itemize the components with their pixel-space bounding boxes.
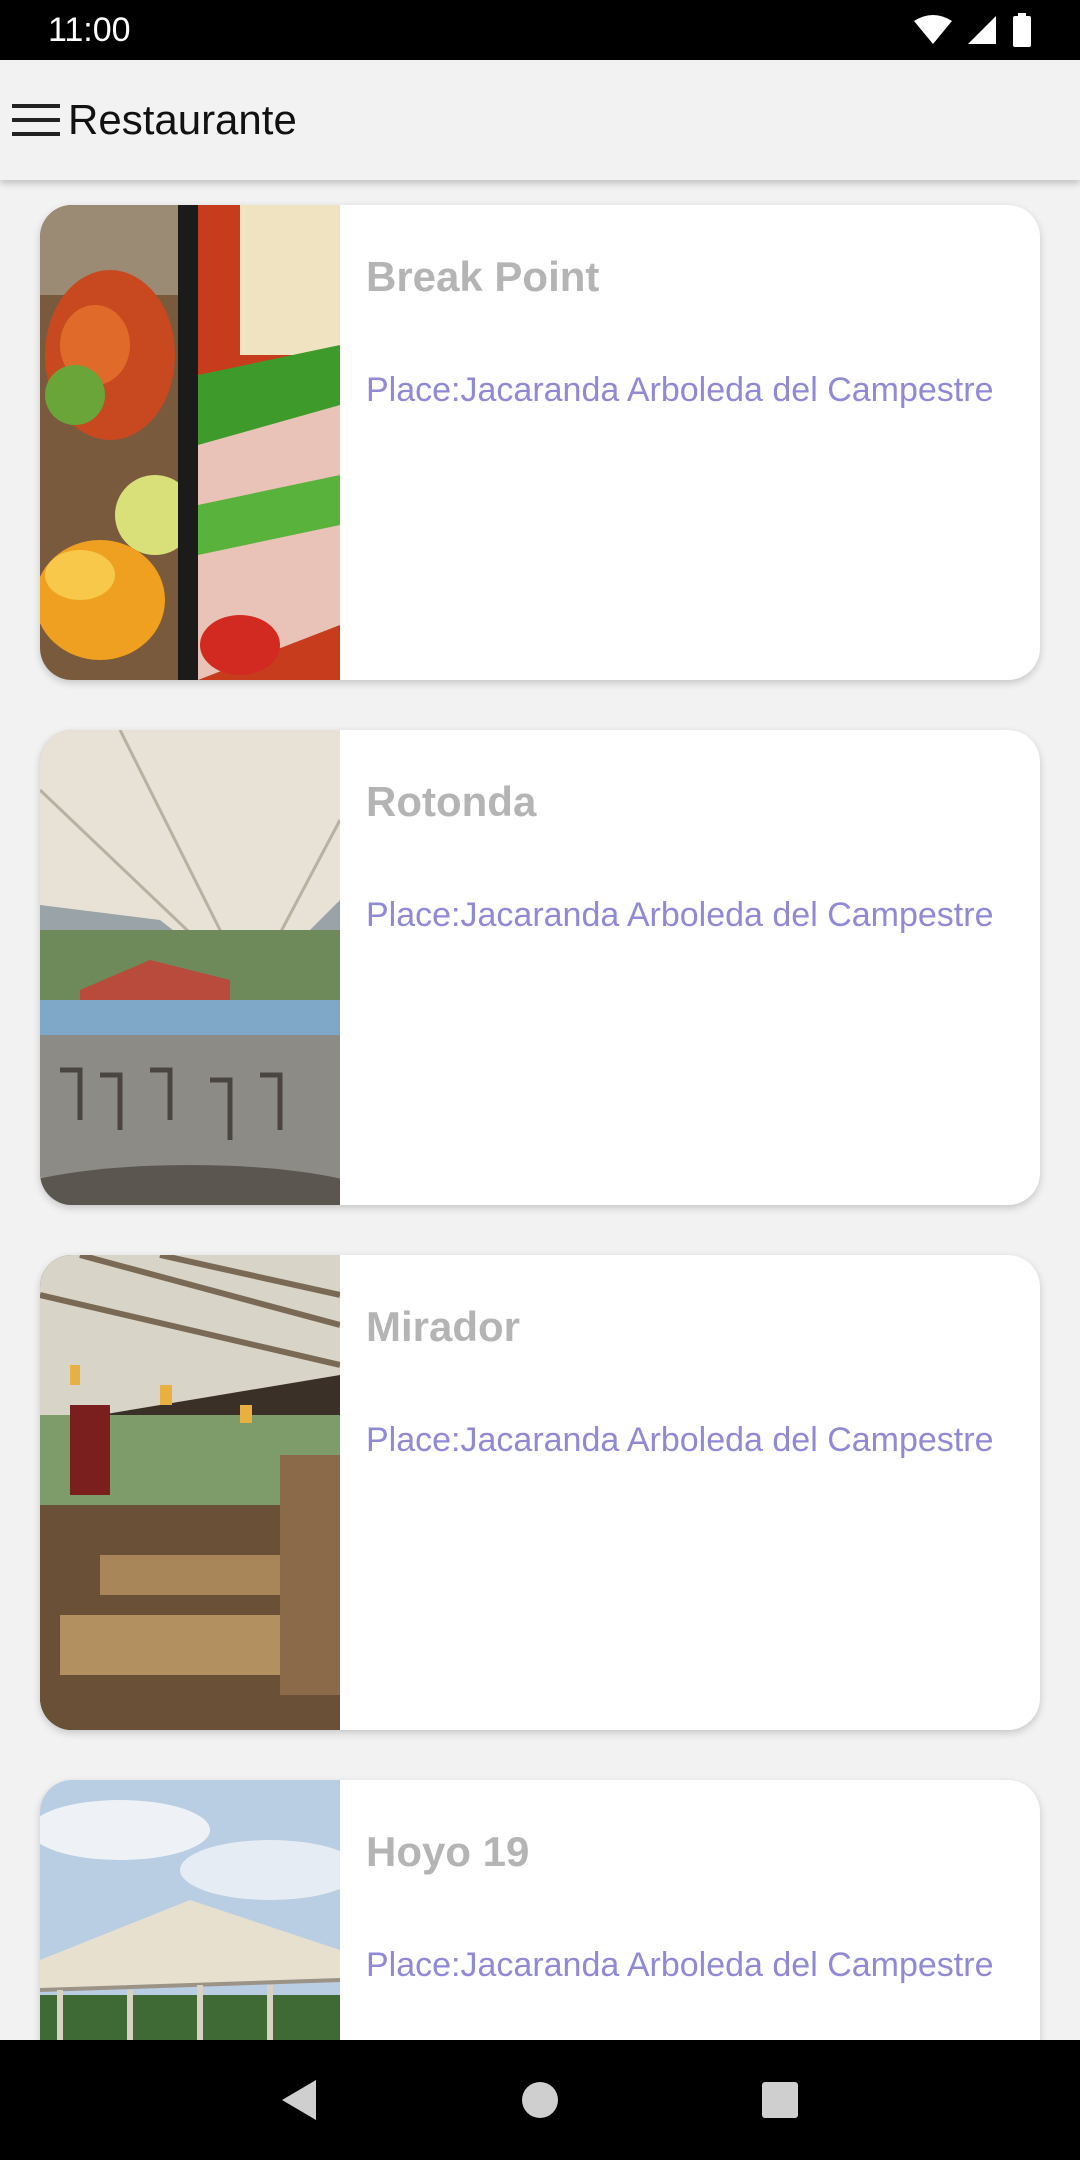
restaurant-place: Place:Jacaranda Arboleda del Campestre bbox=[366, 371, 994, 409]
restaurant-name: Rotonda bbox=[366, 778, 537, 825]
restaurant-card-body: Break Point Place:Jacaranda Arboleda del… bbox=[340, 205, 1040, 680]
restaurant-card-mirador[interactable]: Mirador Place:Jacaranda Arboleda del Cam… bbox=[40, 1255, 1040, 1730]
recents-square-icon[interactable] bbox=[760, 2080, 800, 2120]
restaurant-image-dining-hall bbox=[40, 1255, 340, 1730]
restaurant-card-break-point[interactable]: Break Point Place:Jacaranda Arboleda del… bbox=[40, 205, 1040, 680]
app-bar: Restaurante bbox=[0, 60, 1080, 180]
hamburger-menu-icon[interactable] bbox=[6, 90, 66, 150]
restaurant-name: Mirador bbox=[366, 1303, 521, 1350]
cellular-signal-icon bbox=[968, 16, 996, 44]
restaurant-image-food bbox=[40, 205, 340, 680]
status-time: 11:00 bbox=[48, 10, 131, 49]
system-navigation-bar bbox=[0, 2040, 1080, 2160]
back-triangle-icon[interactable] bbox=[280, 2078, 320, 2122]
restaurant-name: Break Point bbox=[366, 253, 600, 300]
restaurant-card-hoyo-19[interactable]: Hoyo 19 Place:Jacaranda Arboleda del Cam… bbox=[40, 1780, 1040, 2040]
restaurant-image-terrace bbox=[40, 730, 340, 1205]
restaurant-name: Hoyo 19 bbox=[366, 1828, 530, 1875]
restaurant-list[interactable]: Break Point Place:Jacaranda Arboleda del… bbox=[0, 180, 1080, 2040]
status-icons bbox=[914, 13, 1032, 47]
restaurant-place: Place:Jacaranda Arboleda del Campestre bbox=[366, 896, 994, 934]
home-circle-icon[interactable] bbox=[520, 2080, 560, 2120]
restaurant-card-body: Rotonda Place:Jacaranda Arboleda del Cam… bbox=[340, 730, 1040, 1205]
wifi-icon bbox=[914, 15, 952, 44]
restaurant-image-canopy bbox=[40, 1780, 340, 2040]
battery-icon bbox=[1013, 13, 1031, 47]
restaurant-card-body: Hoyo 19 Place:Jacaranda Arboleda del Cam… bbox=[340, 1780, 1040, 2040]
restaurant-place: Place:Jacaranda Arboleda del Campestre bbox=[366, 1421, 994, 1459]
restaurant-place: Place:Jacaranda Arboleda del Campestre bbox=[366, 1946, 994, 1984]
app-title: Restaurante bbox=[68, 96, 297, 143]
restaurant-card-body: Mirador Place:Jacaranda Arboleda del Cam… bbox=[340, 1255, 1040, 1730]
restaurant-card-rotonda[interactable]: Rotonda Place:Jacaranda Arboleda del Cam… bbox=[40, 730, 1040, 1205]
status-bar: 11:00 bbox=[0, 0, 1080, 60]
